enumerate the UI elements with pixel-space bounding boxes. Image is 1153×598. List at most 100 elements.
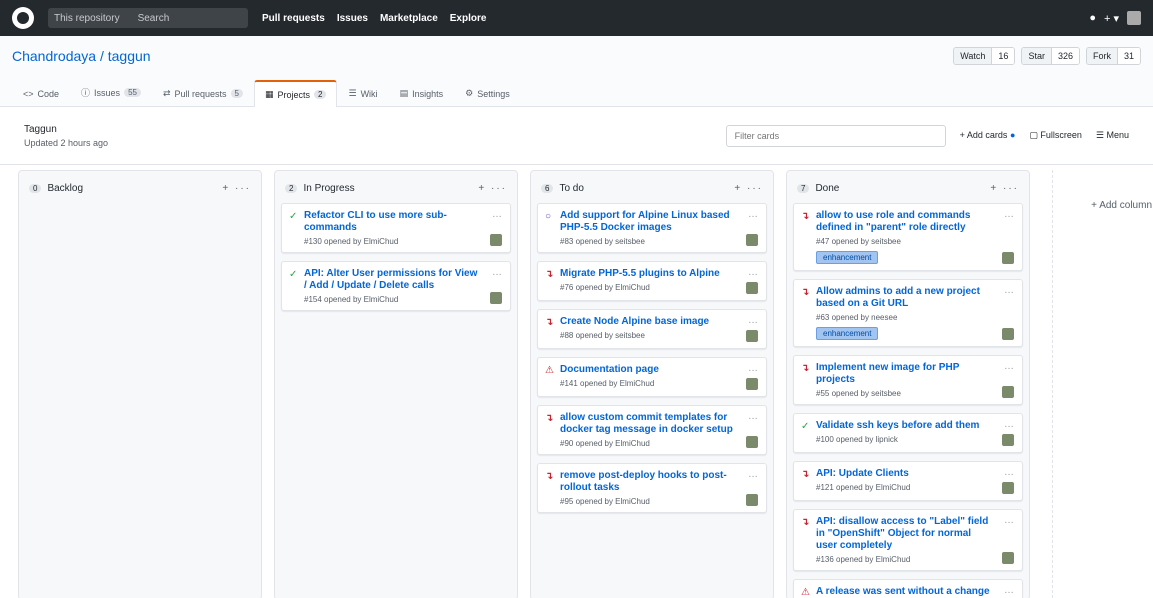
assignee-avatar[interactable] <box>746 282 758 294</box>
user-avatar[interactable] <box>1127 11 1141 25</box>
card-title[interactable]: Implement new image for PHP projects <box>816 362 1014 386</box>
card-menu-icon[interactable]: … <box>1004 419 1014 430</box>
card-menu-icon[interactable]: … <box>748 363 758 374</box>
github-logo-icon[interactable] <box>12 7 34 29</box>
project-card[interactable]: ↴ Create Node Alpine base image #88 opened… <box>537 309 767 349</box>
tab-label: Settings <box>477 88 510 99</box>
nav-marketplace[interactable]: Marketplace <box>380 13 438 24</box>
card-label[interactable]: enhancement <box>816 251 879 264</box>
add-cards-button[interactable]: + Add cards ● <box>960 130 1016 141</box>
tab-projects[interactable]: ▦ Projects 2 <box>254 80 338 107</box>
tab-badge: 55 <box>124 88 141 97</box>
project-card[interactable]: ↴ Allow admins to add a new project based… <box>793 279 1023 347</box>
assignee-avatar[interactable] <box>1002 482 1014 494</box>
notification-dot-icon: ● <box>1009 130 1016 140</box>
card-menu-icon[interactable]: … <box>1004 209 1014 220</box>
project-card[interactable]: ✓ Refactor CLI to use more sub-commands #1… <box>281 203 511 253</box>
nav-explore[interactable]: Explore <box>450 13 487 24</box>
assignee-avatar[interactable] <box>1002 328 1014 340</box>
column-menu-icon[interactable]: + ··· <box>478 183 507 194</box>
filter-cards-input[interactable] <box>725 124 946 147</box>
card-title[interactable]: allow to use role and commands defined i… <box>816 210 1014 234</box>
card-label[interactable]: enhancement <box>816 327 879 340</box>
card-menu-icon[interactable]: … <box>492 267 502 278</box>
fork-button[interactable]: Fork 31 <box>1085 47 1141 65</box>
nav-pull-requests[interactable]: Pull requests <box>262 13 325 24</box>
card-title[interactable]: allow custom commit templates for docker… <box>560 412 758 436</box>
assignee-avatar[interactable] <box>490 234 502 246</box>
card-meta: #88 opened by seitsbee <box>560 331 645 340</box>
tab-label: Pull requests <box>174 88 227 99</box>
card-menu-icon[interactable]: … <box>748 411 758 422</box>
card-menu-icon[interactable]: … <box>748 469 758 480</box>
star-button[interactable]: Star 326 <box>1021 47 1080 65</box>
assignee-avatar[interactable] <box>490 292 502 304</box>
column-menu-icon[interactable]: + ··· <box>222 183 251 194</box>
tab-issues[interactable]: ⓘ Issues 55 <box>70 78 152 106</box>
tab-icon: <> <box>23 89 34 99</box>
assignee-avatar[interactable] <box>1002 434 1014 446</box>
project-card[interactable]: ↴ remove post-deploy hooks to post-rollou… <box>537 463 767 513</box>
column-menu-icon[interactable]: + ··· <box>734 183 763 194</box>
project-card[interactable]: ↴ allow to use role and commands defined … <box>793 203 1023 271</box>
pr-status-icon: ↴ <box>545 413 554 424</box>
project-card[interactable]: ✓ API: Alter User permissions for View / … <box>281 261 511 311</box>
fullscreen-button[interactable]: ▢ Fullscreen <box>1029 130 1082 141</box>
repo-title[interactable]: Chandrodaya / taggun <box>12 48 151 64</box>
assignee-avatar[interactable] <box>746 494 758 506</box>
card-menu-icon[interactable]: … <box>1004 585 1014 596</box>
card-title[interactable]: Allow admins to add a new project based … <box>816 286 1014 310</box>
card-meta: #154 opened by ElmiChud <box>304 295 399 304</box>
fork-label: Fork <box>1086 48 1117 64</box>
add-column-button[interactable]: + Add column <box>1052 170 1152 598</box>
project-card[interactable]: ↴ allow custom commit templates for docke… <box>537 405 767 455</box>
card-title[interactable]: Add support for Alpine Linux based PHP-5… <box>560 210 758 234</box>
tab-insights[interactable]: ▤ Insights <box>389 80 455 106</box>
assignee-avatar[interactable] <box>1002 252 1014 264</box>
project-card[interactable]: ↴ Migrate PHP-5.5 plugins to Alpine #76 op… <box>537 261 767 301</box>
project-card[interactable]: ⚠ A release was sent without a change of … <box>793 579 1023 598</box>
card-title[interactable]: Migrate PHP-5.5 plugins to Alpine <box>560 268 758 280</box>
card-title[interactable]: Validate ssh keys before add them <box>816 420 1014 432</box>
card-menu-icon[interactable]: … <box>748 267 758 278</box>
column-menu-icon[interactable]: + ··· <box>990 183 1019 194</box>
project-card[interactable]: ↴ API: disallow access to "Label" field i… <box>793 509 1023 571</box>
card-menu-icon[interactable]: … <box>748 209 758 220</box>
assignee-avatar[interactable] <box>1002 552 1014 564</box>
card-title[interactable]: API: Update Clients <box>816 468 1014 480</box>
search-input[interactable]: This repository Search <box>48 8 248 28</box>
card-title[interactable]: Create Node Alpine base image <box>560 316 758 328</box>
project-card[interactable]: ⚠ Documentation page #141 opened by ElmiCh… <box>537 357 767 397</box>
menu-button[interactable]: ☰ Menu <box>1096 130 1129 141</box>
project-card[interactable]: ↴ API: Update Clients #121 opened by ElmiC… <box>793 461 1023 501</box>
assignee-avatar[interactable] <box>746 234 758 246</box>
card-menu-icon[interactable]: … <box>1004 285 1014 296</box>
project-card[interactable]: ○ Add support for Alpine Linux based PHP-… <box>537 203 767 253</box>
project-card[interactable]: ↴ Implement new image for PHP projects #55… <box>793 355 1023 405</box>
bell-icon[interactable]: ● <box>1089 12 1096 24</box>
assignee-avatar[interactable] <box>746 436 758 448</box>
card-menu-icon[interactable]: … <box>1004 515 1014 526</box>
assignee-avatar[interactable] <box>1002 386 1014 398</box>
card-menu-icon[interactable]: … <box>1004 361 1014 372</box>
card-title[interactable]: A release was sent without a change of t… <box>816 586 1014 598</box>
plus-icon[interactable]: + ▾ <box>1104 12 1119 25</box>
card-menu-icon[interactable]: … <box>748 315 758 326</box>
tab-wiki[interactable]: ☰ Wiki <box>337 80 388 106</box>
card-menu-icon[interactable]: … <box>1004 467 1014 478</box>
tab-settings[interactable]: ⚙ Settings <box>454 80 521 106</box>
card-title[interactable]: API: Alter User permissions for View / A… <box>304 268 502 292</box>
card-title[interactable]: remove post-deploy hooks to post-rollout… <box>560 470 758 494</box>
nav-issues[interactable]: Issues <box>337 13 368 24</box>
watch-button[interactable]: Watch 16 <box>953 47 1016 65</box>
assignee-avatar[interactable] <box>746 330 758 342</box>
card-title[interactable]: API: disallow access to "Label" field in… <box>816 516 1014 552</box>
tab-pull-requests[interactable]: ⇄ Pull requests 5 <box>152 80 254 106</box>
tab-code[interactable]: <> Code <box>12 81 70 106</box>
card-menu-icon[interactable]: … <box>492 209 502 220</box>
tab-label: Wiki <box>360 88 378 99</box>
assignee-avatar[interactable] <box>746 378 758 390</box>
card-title[interactable]: Refactor CLI to use more sub-commands <box>304 210 502 234</box>
card-title[interactable]: Documentation page <box>560 364 758 376</box>
project-card[interactable]: ✓ Validate ssh keys before add them #100 o… <box>793 413 1023 453</box>
